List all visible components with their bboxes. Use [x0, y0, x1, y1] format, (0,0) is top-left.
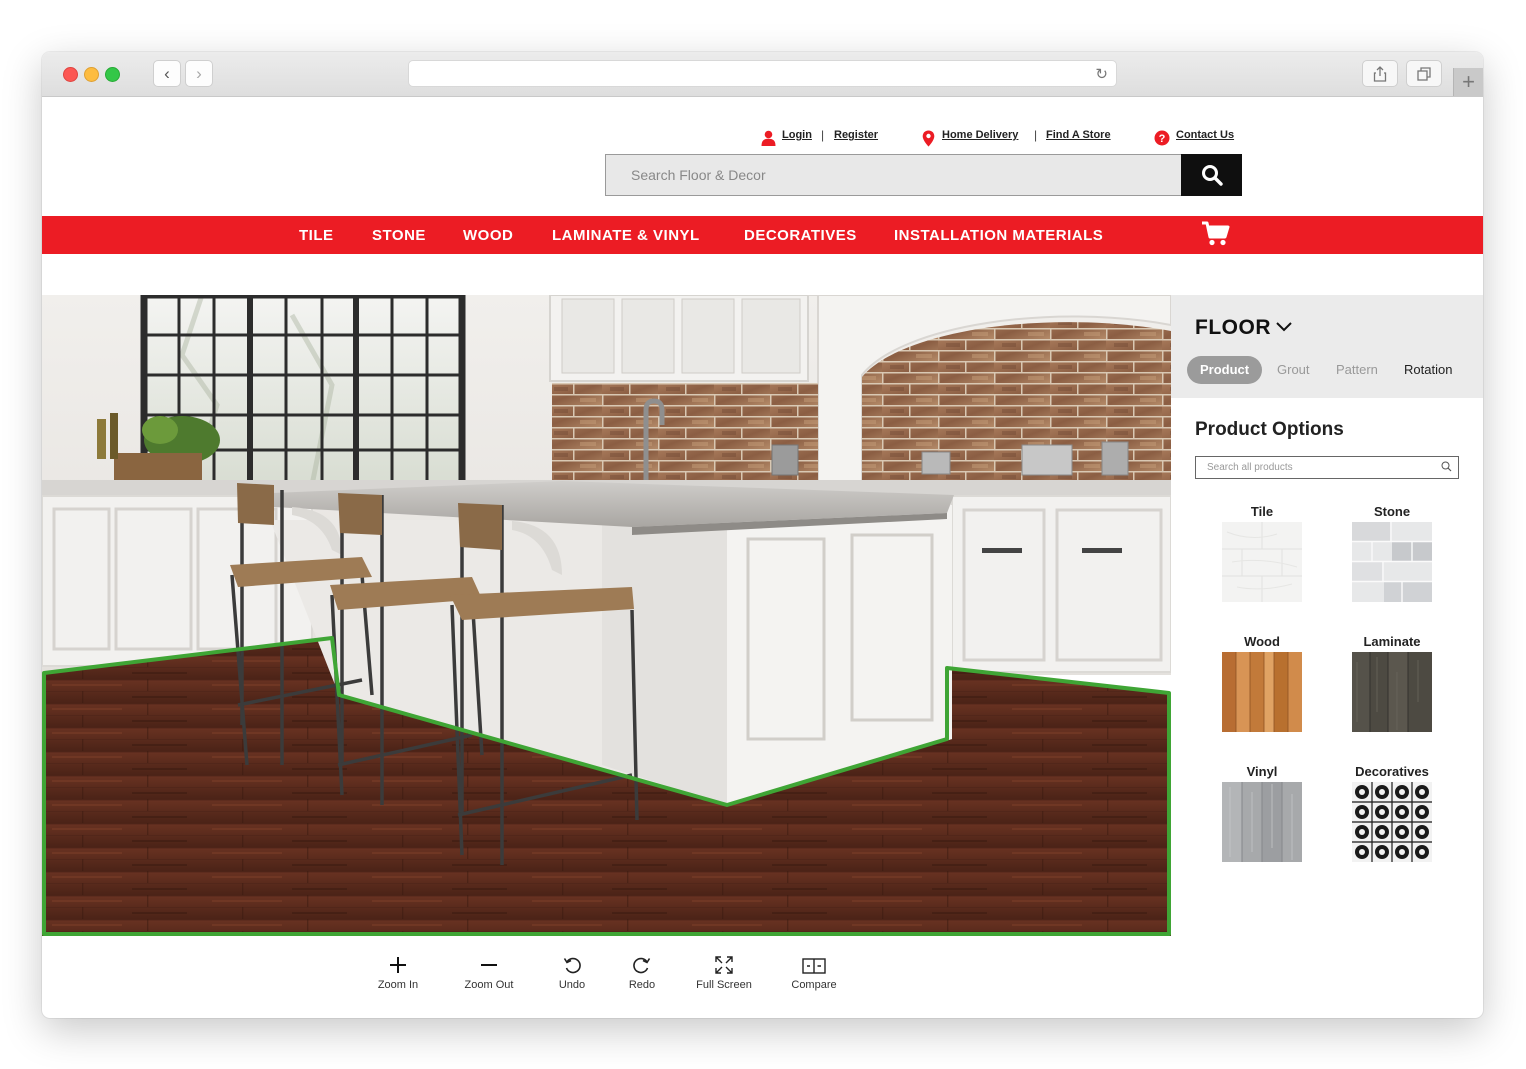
search-button[interactable] [1181, 154, 1242, 196]
nav-wood[interactable]: WOOD [463, 227, 513, 244]
nav-installation-materials[interactable]: INSTALLATION MATERIALS [894, 227, 1103, 244]
decoratives-swatch [1352, 782, 1432, 862]
undo-icon [563, 957, 581, 974]
zoom-in-button[interactable]: Zoom In [358, 948, 438, 991]
category-vinyl[interactable]: Vinyl [1202, 764, 1322, 862]
tab-overview-button[interactable] [1406, 60, 1442, 87]
category-label: Vinyl [1246, 764, 1278, 779]
browser-window: ‹ › ↻ + Login | Register Home Delivery |… [42, 52, 1483, 1018]
product-panel: FLOOR Product Grout Pattern Rotation Pro… [1171, 295, 1483, 936]
plus-icon [390, 957, 406, 973]
address-bar[interactable]: ↻ [408, 60, 1117, 87]
stone-swatch [1352, 522, 1432, 602]
room-visualizer[interactable] [42, 295, 1171, 936]
zoom-out-label: Zoom Out [464, 979, 514, 991]
login-link[interactable]: Login [782, 129, 812, 141]
nav-tile[interactable]: TILE [299, 227, 334, 244]
browser-toolbar: ‹ › ↻ + [42, 52, 1483, 97]
location-pin-icon [922, 130, 935, 147]
search-input[interactable] [606, 155, 1181, 195]
category-label: Decoratives [1355, 764, 1429, 779]
redo-button[interactable]: Redo [602, 948, 682, 991]
full-screen-button[interactable]: Full Screen [684, 948, 764, 991]
plus-icon: + [1462, 69, 1475, 94]
tab-product[interactable]: Product [1187, 356, 1263, 384]
register-link[interactable]: Register [834, 129, 878, 141]
category-label: Wood [1244, 634, 1280, 649]
expand-icon [715, 956, 733, 974]
main-navigation: TILE STONE WOOD LAMINATE & VINYL DECORAT… [42, 216, 1483, 254]
full-screen-label: Full Screen [696, 979, 752, 991]
find-store-link[interactable]: Find A Store [1046, 129, 1111, 141]
minimize-window-button[interactable] [84, 67, 99, 82]
product-search-input[interactable] [1196, 457, 1437, 478]
nav-laminate-vinyl[interactable]: LAMINATE & VINYL [552, 227, 700, 244]
redo-icon [633, 957, 651, 974]
undo-label: Undo [558, 979, 586, 991]
chevron-left-icon: ‹ [164, 63, 170, 83]
tab-pattern[interactable]: Pattern [1336, 356, 1378, 384]
minus-icon [481, 964, 497, 966]
visualizer-toolbar: Zoom In Zoom Out Undo Redo Full Screen C… [42, 948, 1171, 1008]
category-label: Laminate [1363, 634, 1421, 649]
site-search [605, 154, 1242, 196]
contact-us-link[interactable]: Contact Us [1176, 129, 1234, 141]
search-icon [1201, 165, 1223, 186]
undo-button[interactable]: Undo [532, 948, 612, 991]
search-icon [1441, 461, 1452, 472]
compare-button[interactable]: Compare [774, 948, 854, 991]
zoom-in-label: Zoom In [377, 979, 419, 991]
help-icon: ? [1154, 130, 1170, 146]
reload-icon[interactable]: ↻ [1095, 65, 1108, 83]
share-button[interactable] [1362, 60, 1398, 87]
product-options-title: Product Options [1195, 419, 1344, 440]
divider: | [821, 128, 825, 142]
cart-icon [1202, 221, 1230, 246]
utility-links: Login | Register Home Delivery | Find A … [42, 128, 1483, 148]
browser-back-button[interactable]: ‹ [153, 60, 181, 87]
cart-button[interactable] [1201, 221, 1231, 252]
category-decoratives[interactable]: Decoratives [1332, 764, 1452, 862]
chevron-right-icon: › [196, 63, 202, 83]
divider: | [1034, 128, 1038, 142]
svg-text:?: ? [1159, 133, 1166, 145]
redo-label: Redo [628, 979, 656, 991]
tabs-icon [1416, 66, 1431, 81]
compare-icon [802, 958, 826, 974]
nav-decoratives[interactable]: DECORATIVES [744, 227, 857, 244]
category-label: Tile [1250, 504, 1274, 519]
category-tile[interactable]: Tile [1202, 504, 1322, 602]
new-tab-button[interactable]: + [1453, 68, 1483, 96]
maximize-window-button[interactable] [105, 67, 120, 82]
zoom-out-button[interactable]: Zoom Out [449, 948, 529, 991]
category-laminate[interactable]: Laminate [1332, 634, 1452, 732]
browser-forward-button[interactable]: › [185, 60, 213, 87]
category-label: Stone [1373, 504, 1411, 519]
surface-selector[interactable]: FLOOR [1195, 316, 1271, 340]
home-delivery-link[interactable]: Home Delivery [942, 129, 1018, 141]
wood-swatch [1222, 652, 1302, 732]
category-wood[interactable]: Wood [1202, 634, 1322, 732]
user-icon [761, 130, 776, 146]
laminate-swatch [1352, 652, 1432, 732]
vinyl-swatch [1222, 782, 1302, 862]
compare-label: Compare [791, 979, 837, 991]
chevron-down-icon[interactable] [1275, 319, 1293, 333]
share-icon [1373, 65, 1387, 82]
tab-grout[interactable]: Grout [1277, 356, 1310, 384]
product-search [1195, 456, 1459, 479]
tile-swatch [1222, 522, 1302, 602]
category-stone[interactable]: Stone [1332, 504, 1452, 602]
kitchen-scene [42, 295, 1171, 936]
close-window-button[interactable] [63, 67, 78, 82]
surface-header: FLOOR Product Grout Pattern Rotation [1171, 295, 1483, 398]
tab-rotation[interactable]: Rotation [1404, 356, 1452, 384]
nav-stone[interactable]: STONE [372, 227, 426, 244]
